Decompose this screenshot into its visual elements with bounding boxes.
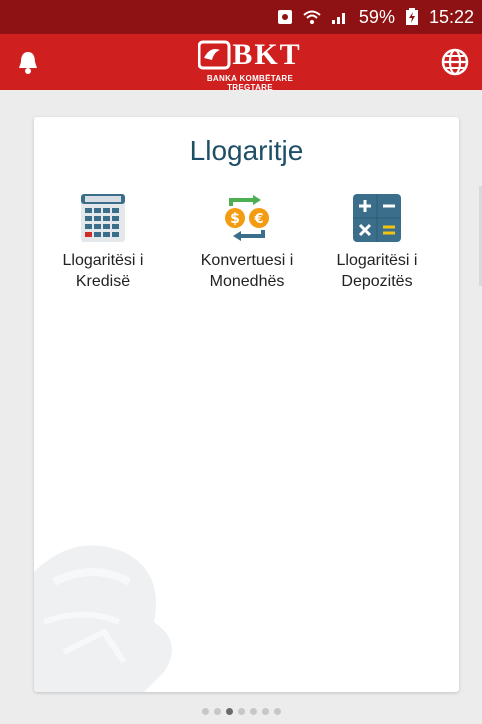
- deposit-calculator-tile[interactable]: Llogaritësi i Depozitës: [312, 192, 442, 292]
- wifi-icon: [303, 9, 321, 25]
- credit-calculator-tile[interactable]: Llogaritësi i Kredisë: [38, 192, 168, 292]
- page-dot[interactable]: [261, 707, 269, 715]
- tile-label-line2: Kredisë: [75, 273, 131, 290]
- calculator-icon: [77, 192, 129, 244]
- bell-icon[interactable]: [14, 48, 42, 76]
- tile-label-line2: Depozitës: [341, 273, 413, 290]
- calculators-card: Llogaritje Llogaritësi i Kredisë $ € Kon…: [34, 117, 459, 692]
- tile-label-line1: Konvertuesi i: [200, 252, 294, 269]
- status-bar: 59% 15:22: [0, 0, 482, 34]
- math-operators-icon: [351, 192, 403, 244]
- page-dot[interactable]: [273, 707, 281, 715]
- tile-label: Konvertuesi i Monedhës: [182, 250, 312, 292]
- tile-label: Llogaritësi i Depozitës: [312, 250, 442, 292]
- page-indicator: [0, 705, 482, 717]
- bkt-logo: BKT BANKA KOMBËTARE TREGTARE: [190, 38, 310, 92]
- currency-exchange-icon: $ €: [221, 192, 273, 244]
- battery-percent: 59%: [358, 6, 395, 27]
- helmet-watermark-icon: [34, 545, 172, 692]
- notification-badge-icon: [277, 9, 293, 25]
- svg-text:€: €: [253, 212, 263, 227]
- tile-label-line1: Llogaritësi i: [62, 252, 144, 269]
- page-dot[interactable]: [201, 707, 209, 715]
- globe-icon[interactable]: [440, 47, 470, 77]
- logo-text: BKT: [232, 38, 302, 71]
- tile-label-line1: Llogaritësi i: [336, 252, 418, 269]
- page-dot[interactable]: [225, 707, 233, 715]
- app-bar: BKT BANKA KOMBËTARE TREGTARE: [0, 34, 482, 92]
- page-dot[interactable]: [249, 707, 257, 715]
- page-dot[interactable]: [237, 707, 245, 715]
- status-time: 15:22: [428, 6, 474, 27]
- logo-tagline: BANKA KOMBËTARE TREGTARE: [206, 74, 294, 92]
- signal-icon: [331, 9, 349, 25]
- card-title: Llogaritje: [189, 135, 304, 166]
- battery-icon: [405, 8, 419, 26]
- page-dot[interactable]: [213, 707, 221, 715]
- bkt-emblem-icon: [198, 40, 231, 70]
- currency-converter-tile[interactable]: $ € Konvertuesi i Monedhës: [182, 192, 312, 292]
- tile-label-line2: Monedhës: [209, 273, 285, 290]
- tile-label: Llogaritësi i Kredisë: [38, 250, 168, 292]
- svg-text:$: $: [230, 211, 240, 227]
